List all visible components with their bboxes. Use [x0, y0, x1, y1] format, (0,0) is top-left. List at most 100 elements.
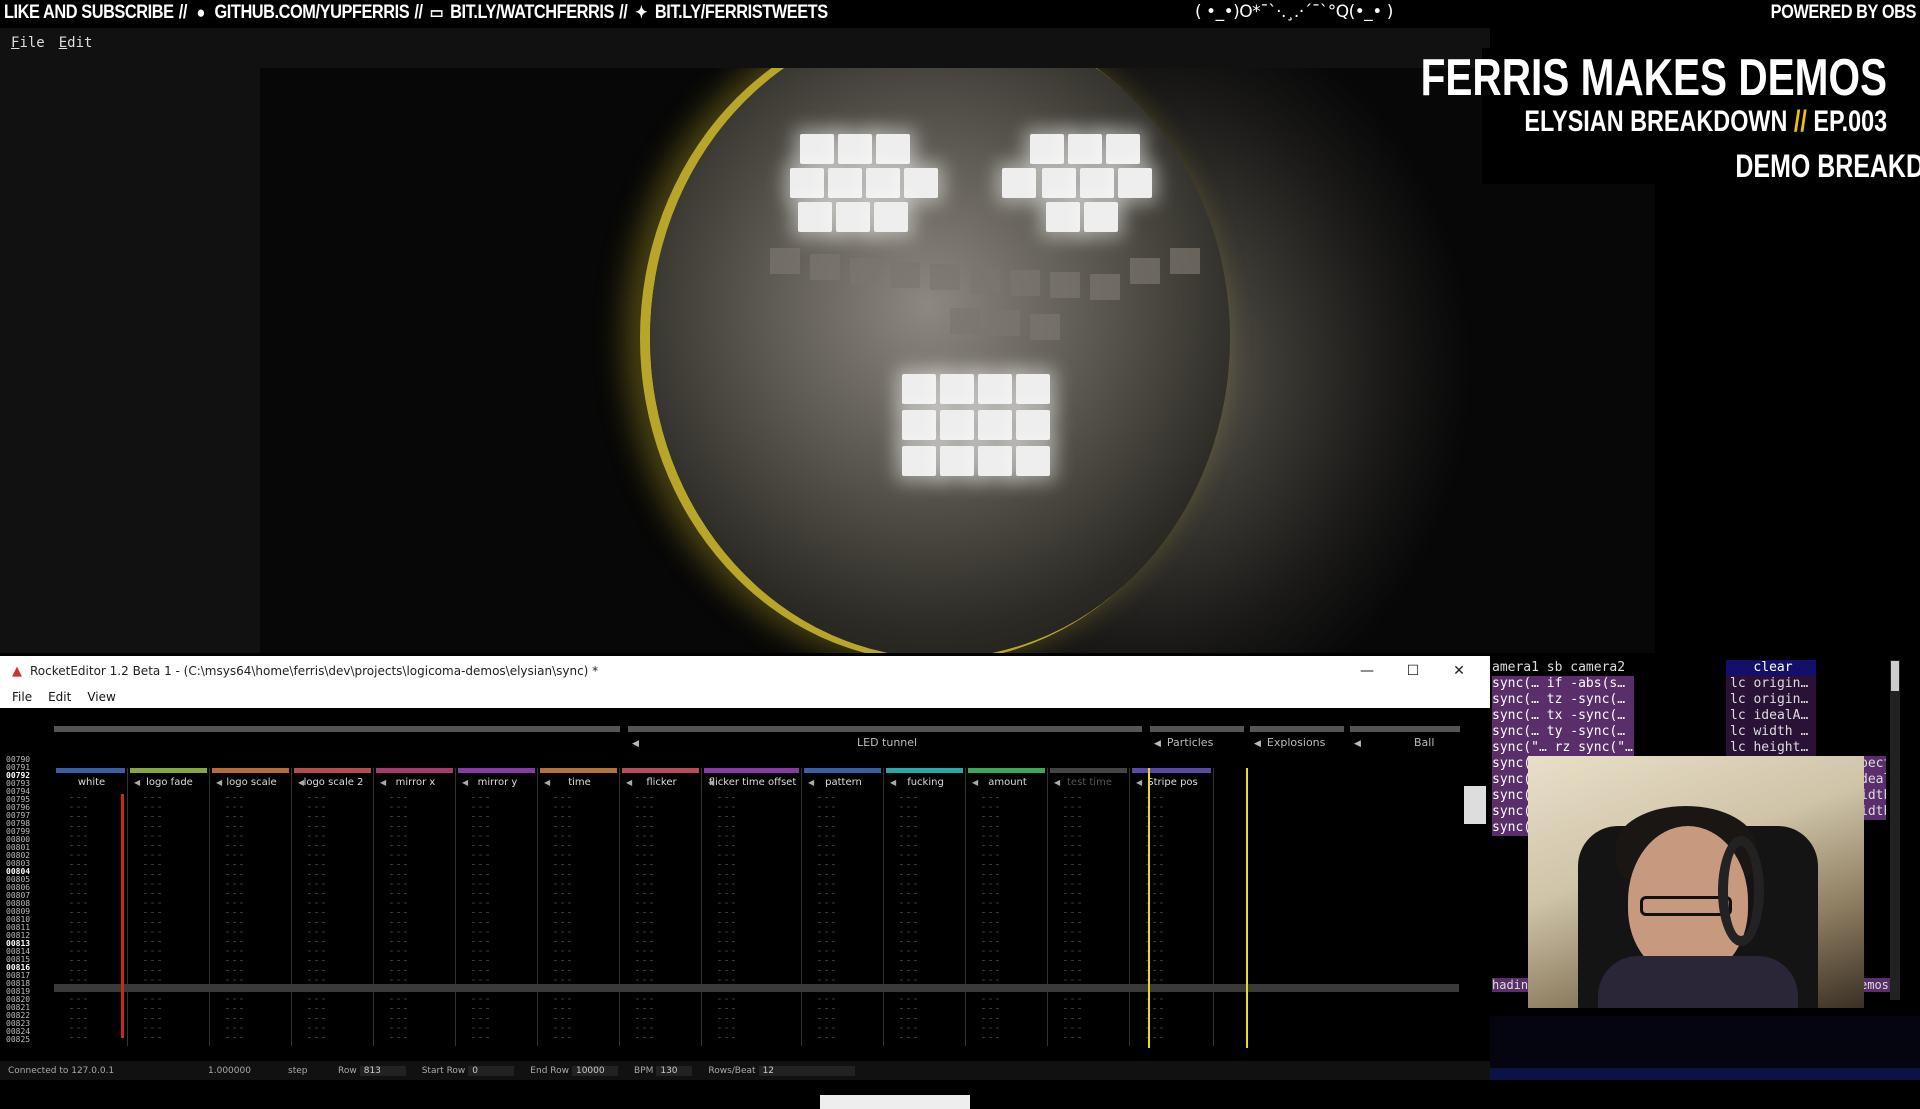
debug-entry[interactable]: lc width … — [1726, 724, 1816, 740]
mouse-cursor-icon: ➤ — [1279, 691, 1293, 710]
debug-scrollbar[interactable] — [1890, 660, 1900, 1000]
track-column[interactable]: ◀ test time — [1048, 768, 1130, 1046]
collapse-arrow-icon[interactable]: ◀ — [626, 778, 632, 787]
track-row-cells[interactable] — [550, 794, 572, 1044]
stream-tag: DEMO BREAKDOWN — [1665, 146, 1920, 186]
track-row-cells[interactable] — [632, 794, 654, 1044]
debug-entry[interactable]: amera1 sb camera2 — [1492, 660, 1634, 676]
track-column[interactable]: ◀ mirror x — [374, 768, 456, 1046]
track-column[interactable]: ◀ pattern — [802, 768, 884, 1046]
debug-entry[interactable]: lc idealA… — [1726, 708, 1816, 724]
collapse-arrow-icon[interactable]: ◀ — [1136, 778, 1142, 787]
track-editor[interactable]: ◀ LED tunnel ◀ Particles ◀ Explosions ◀ Bal… — [0, 708, 1490, 1109]
maximize-button[interactable]: ☐ — [1390, 656, 1436, 686]
horizontal-scrollbar-thumb[interactable] — [820, 1095, 970, 1109]
group-led-tunnel[interactable]: ◀ LED tunnel — [632, 736, 1142, 749]
collapse-arrow-icon[interactable]: ◀ — [632, 739, 639, 749]
vertical-scrollbar-thumb[interactable] — [1464, 786, 1486, 824]
rocket-titlebar[interactable]: ▲ RocketEditor 1.2 Beta 1 - (C:\msys64\h… — [0, 656, 1490, 686]
track-column[interactable]: ◀ fucking — [884, 768, 966, 1046]
player-menu-edit[interactable]: Edit — [59, 35, 93, 51]
track-name: logo scale — [226, 777, 277, 788]
group-explosions[interactable]: ◀ Explosions — [1254, 736, 1325, 749]
row-number: 00796 — [6, 804, 31, 812]
track-header[interactable]: ◀ logo fade — [134, 777, 205, 788]
track-row-cells[interactable] — [140, 794, 162, 1044]
status-bpm-value: 130 — [656, 1065, 693, 1076]
track-header[interactable]: ◀ mirror x — [380, 777, 451, 788]
current-row-highlight — [54, 984, 1459, 992]
collapse-arrow-icon[interactable]: ◀ — [544, 778, 550, 787]
track-column[interactable]: ◀ logo fade — [128, 768, 210, 1046]
track-header[interactable]: ◀ fucking — [890, 777, 961, 788]
debug-entry[interactable]: sync(… tx -sync(… — [1492, 708, 1634, 724]
track-column[interactable]: ◀ flicker — [620, 768, 702, 1046]
track-name: mirror y — [477, 777, 518, 788]
debug-entry[interactable]: sync(… tz -sync(… — [1492, 692, 1634, 708]
track-column[interactable]: ◀ flicker time offset — [702, 768, 802, 1046]
track-column[interactable]: ◀ amount — [966, 768, 1048, 1046]
minimize-button[interactable]: — — [1344, 656, 1390, 686]
track-row-cells[interactable] — [1060, 794, 1082, 1044]
debug-entry[interactable]: lc height… — [1726, 740, 1816, 756]
collapse-arrow-icon[interactable]: ◀ — [462, 778, 468, 787]
track-header[interactable]: ◀ flicker — [626, 777, 697, 788]
debug-clear-button[interactable]: clear — [1726, 660, 1816, 676]
track-color-bar — [804, 768, 881, 773]
track-row-cells[interactable] — [896, 794, 918, 1044]
collapse-arrow-icon[interactable]: ◀ — [1154, 739, 1161, 749]
track-row-cells[interactable] — [714, 794, 736, 1044]
collapse-arrow-icon[interactable]: ◀ — [708, 778, 714, 787]
track-column[interactable]: ◀ logo scale 2 — [292, 768, 374, 1046]
track-row-cells[interactable] — [814, 794, 836, 1044]
rocket-menu-edit[interactable]: Edit — [48, 690, 71, 704]
debug-scrollbar-thumb[interactable] — [1891, 661, 1899, 691]
taskbar-strip — [1490, 1068, 1920, 1080]
track-header[interactable]: ◀ time — [544, 777, 615, 788]
track-header[interactable]: ◀ test time — [1054, 777, 1125, 788]
track-row-cells[interactable] — [468, 794, 490, 1044]
track-header[interactable]: ◀ mirror y — [462, 777, 533, 788]
collapse-arrow-icon[interactable]: ◀ — [380, 778, 386, 787]
collapse-arrow-icon[interactable]: ◀ — [216, 778, 222, 787]
track-row-cells[interactable] — [978, 794, 1000, 1044]
collapse-arrow-icon[interactable]: ◀ — [890, 778, 896, 787]
track-header[interactable]: ◀ flicker time offset — [708, 777, 797, 788]
debug-entry[interactable]: lc origin… — [1726, 676, 1816, 692]
track-header[interactable]: ◀ logo scale 2 — [298, 777, 369, 788]
track-row-cells[interactable] — [222, 794, 244, 1044]
group-particles[interactable]: ◀ Particles — [1154, 736, 1213, 749]
close-button[interactable]: ✕ — [1436, 656, 1482, 686]
track-header[interactable]: ◀ amount — [972, 777, 1043, 788]
debug-entry[interactable]: lc origin… — [1726, 692, 1816, 708]
collapse-arrow-icon[interactable]: ◀ — [298, 778, 304, 787]
track-column[interactable]: ◀ mirror y — [456, 768, 538, 1046]
collapse-arrow-icon[interactable]: ◀ — [1254, 739, 1261, 749]
track-name: amount — [988, 777, 1027, 788]
collapse-arrow-icon[interactable]: ◀ — [1054, 778, 1060, 787]
track-header[interactable]: ◀ logo scale — [216, 777, 287, 788]
player-menu-file[interactable]: File — [11, 35, 45, 51]
track-header[interactable]: ◀ pattern — [808, 777, 879, 788]
rocket-menu-file[interactable]: File — [12, 690, 32, 704]
row-number: 00795 — [6, 796, 31, 804]
collapse-arrow-icon[interactable]: ◀ — [134, 778, 140, 787]
banner-powered-by: POWERED BY OBS — [1770, 2, 1917, 23]
track-column[interactable]: white — [54, 768, 128, 1046]
collapse-arrow-icon[interactable]: ◀ — [1354, 739, 1361, 749]
track-row-cells[interactable] — [386, 794, 408, 1044]
row-number: 00805 — [6, 876, 31, 884]
collapse-arrow-icon[interactable]: ◀ — [972, 778, 978, 787]
row-number: 00807 — [6, 892, 31, 900]
debug-entry[interactable]: sync("… rz sync("… — [1492, 740, 1634, 756]
track-header[interactable]: white — [60, 777, 123, 788]
rocket-menu-view[interactable]: View — [87, 690, 115, 704]
track-column[interactable]: ◀ logo scale — [210, 768, 292, 1046]
debug-entry[interactable]: sync(… if -abs(s… — [1492, 676, 1634, 692]
debug-entry[interactable]: sync(… ty -sync(… — [1492, 724, 1634, 740]
group-ball[interactable]: ◀ Ball — [1354, 736, 1460, 749]
track-row-cells[interactable] — [66, 794, 88, 1044]
track-row-cells[interactable] — [304, 794, 326, 1044]
collapse-arrow-icon[interactable]: ◀ — [808, 778, 814, 787]
track-column[interactable]: ◀ time — [538, 768, 620, 1046]
